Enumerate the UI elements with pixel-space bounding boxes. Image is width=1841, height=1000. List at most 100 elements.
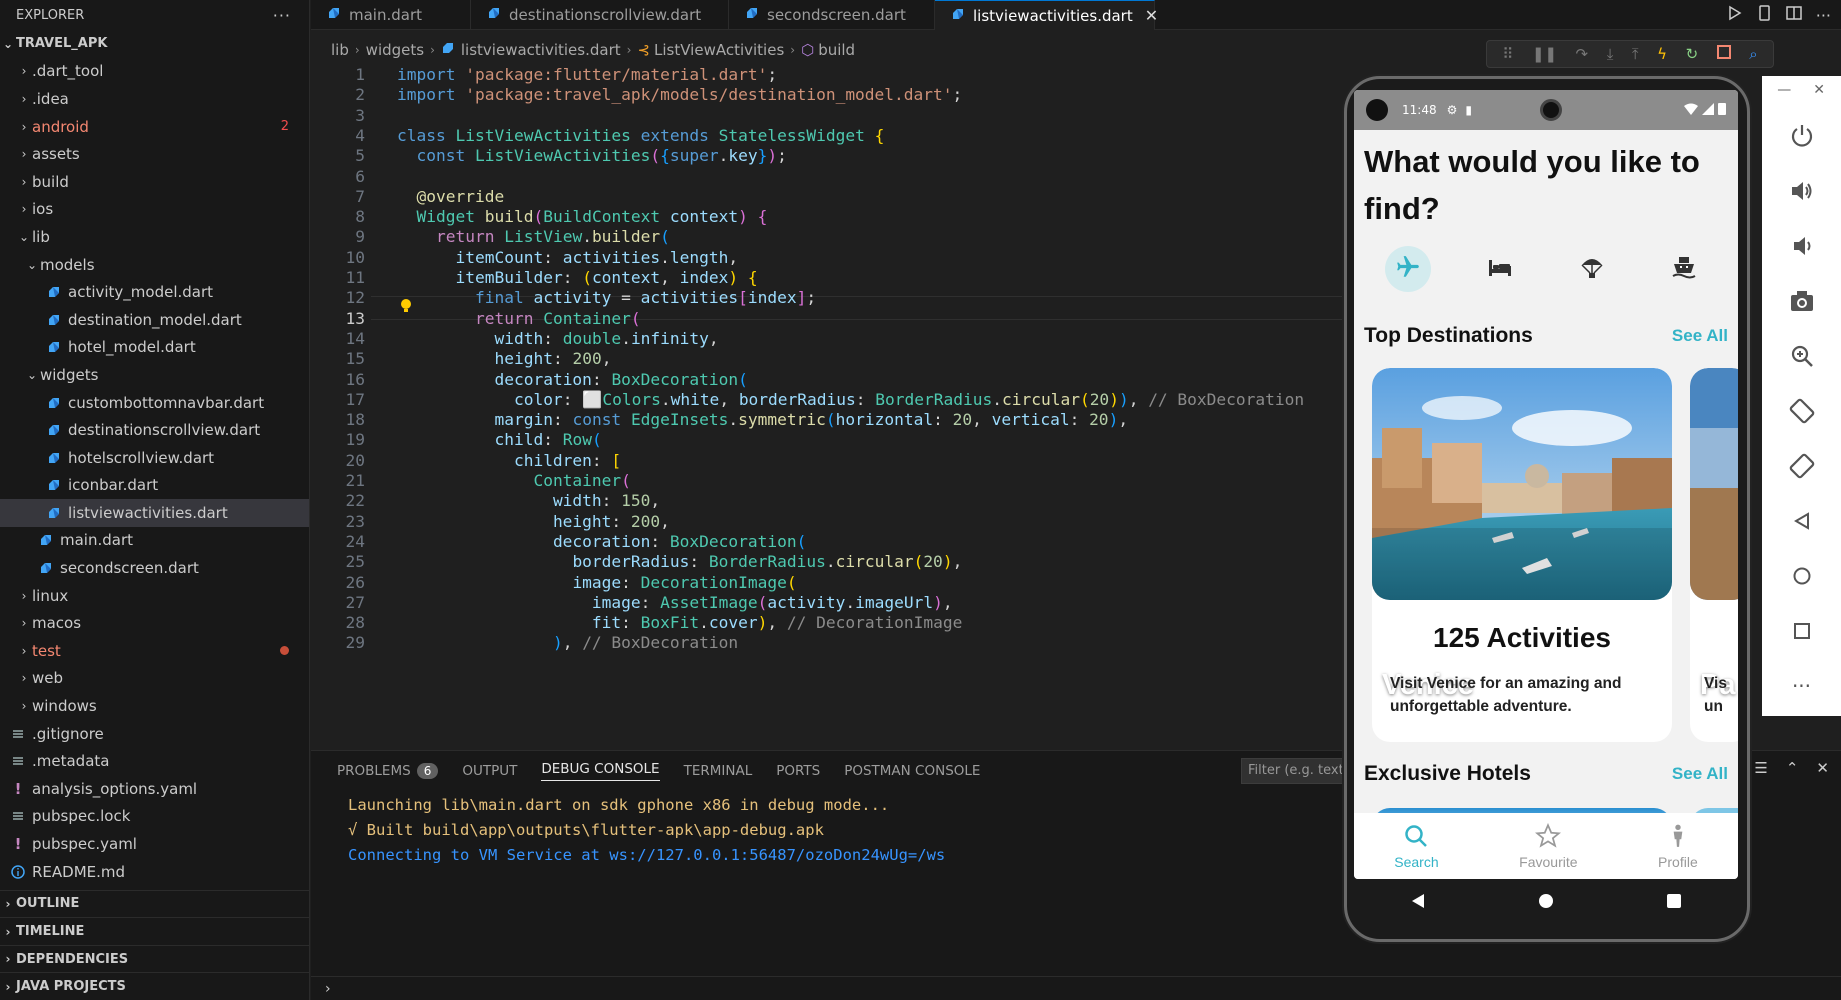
tree-item[interactable]: listviewactivities.dart [0, 499, 309, 527]
tree-item[interactable]: secondscreen.dart [0, 554, 309, 582]
destination-card-peek[interactable]: Pa Vis un [1690, 368, 1738, 742]
tree-item[interactable]: › macos [0, 609, 309, 637]
tree-item[interactable]: .gitignore [0, 720, 309, 748]
split-editor-icon[interactable] [1785, 5, 1802, 25]
tab-problems[interactable]: PROBLEMS 6 [337, 763, 439, 779]
destination-card[interactable]: Venice Italy 125 Activities Visit Venice… [1372, 368, 1672, 742]
recents-icon[interactable] [1666, 893, 1682, 913]
home-icon[interactable] [1762, 548, 1841, 603]
tree-item[interactable]: README.md [0, 858, 309, 886]
section-java-projects[interactable]: › JAVA PROJECTS [0, 972, 309, 1000]
breadcrumb-widgets[interactable]: widgets [366, 41, 424, 59]
tree-item[interactable]: › assets [0, 140, 309, 168]
tree-item[interactable]: › android 2 [0, 113, 309, 141]
maximize-panel-icon[interactable]: ⌃ [1786, 759, 1799, 777]
back-icon[interactable] [1410, 893, 1426, 913]
tree-item[interactable]: › .dart_tool [0, 58, 309, 86]
hot-reload-icon[interactable]: ϟ [1657, 45, 1667, 63]
tree-item[interactable]: ⌄ models [0, 251, 309, 279]
home-icon[interactable] [1538, 893, 1554, 913]
nav-favourite[interactable]: Favourite [1519, 822, 1578, 870]
tree-item[interactable]: › linux [0, 582, 309, 610]
tree-item[interactable]: › windows [0, 692, 309, 720]
breadcrumb-method[interactable]: build [818, 41, 855, 59]
back-icon[interactable] [1762, 493, 1841, 548]
tree-item[interactable]: destinationscrollview.dart [0, 416, 309, 444]
tab-postman-console[interactable]: POSTMAN CONSOLE [844, 763, 980, 779]
tree-item[interactable]: › web [0, 665, 309, 693]
close-icon[interactable]: ✕ [1813, 82, 1825, 108]
tree-item[interactable]: custombottomnavbar.dart [0, 389, 309, 417]
breadcrumb-class[interactable]: ListViewActivities [654, 41, 784, 59]
run-icon[interactable] [1726, 5, 1742, 25]
pause-icon[interactable]: ❚❚ [1532, 45, 1557, 63]
tree-item[interactable]: main.dart [0, 527, 309, 555]
phone-screen[interactable]: 11:48 ⚙ ▮ What would you like to find? T… [1354, 90, 1738, 879]
tree-item[interactable]: ! pubspec.yaml [0, 830, 309, 858]
tab-ports[interactable]: PORTS [776, 763, 820, 779]
tab-debug-console[interactable]: DEBUG CONSOLE [541, 761, 660, 781]
section-dependencies[interactable]: › DEPENDENCIES [0, 944, 309, 973]
filter-input[interactable]: Filter (e.g. text, [1241, 758, 1359, 784]
rotate-left-icon[interactable] [1762, 383, 1841, 438]
volume-down-icon[interactable] [1762, 218, 1841, 273]
see-all-link[interactable]: See All [1672, 764, 1728, 784]
tab-secondscreen[interactable]: secondscreen.dart [729, 0, 935, 30]
clear-console-icon[interactable]: ☰ [1754, 759, 1767, 777]
section-outline[interactable]: › OUTLINE [0, 889, 309, 918]
camera-icon[interactable] [1762, 273, 1841, 328]
more-actions-icon[interactable]: ··· [273, 6, 291, 25]
tree-item[interactable]: ⌄ widgets [0, 361, 309, 389]
flights-category[interactable] [1385, 246, 1431, 292]
activities-category[interactable] [1569, 246, 1615, 292]
tab-main-dart[interactable]: main.dart [311, 0, 471, 30]
step-into-icon[interactable]: ⤓ [1607, 45, 1614, 63]
tree-item[interactable]: hotel_model.dart [0, 334, 309, 362]
project-root[interactable]: ⌄ TRAVEL_APK [0, 30, 309, 58]
power-icon[interactable] [1762, 108, 1841, 163]
tab-listviewactivities[interactable]: listviewactivities.dart ✕ [935, 0, 1158, 30]
tree-item[interactable]: activity_model.dart [0, 278, 309, 306]
tab-terminal[interactable]: TERMINAL [684, 763, 753, 779]
console-input-bar[interactable]: › [311, 976, 1841, 1000]
tree-item[interactable]: iconbar.dart [0, 472, 309, 500]
minimize-icon[interactable]: — [1777, 82, 1791, 108]
overview-icon[interactable] [1762, 603, 1841, 658]
tree-item[interactable]: › .idea [0, 85, 309, 113]
rotate-right-icon[interactable] [1762, 438, 1841, 493]
volume-up-icon[interactable] [1762, 163, 1841, 218]
tree-item[interactable]: ! analysis_options.yaml [0, 775, 309, 803]
destinations-carousel[interactable]: Venice Italy 125 Activities Visit Venice… [1354, 368, 1738, 748]
devtools-icon[interactable]: ⌕ [1749, 45, 1757, 63]
more-icon[interactable]: ··· [1762, 658, 1841, 713]
device-icon[interactable] [1756, 5, 1772, 25]
code-editor[interactable]: 1 2 3 4 5 6 7 8 9 10 11 12 13 14 15 16 17 18 19 20 21 22 23 24 2… [311, 63, 1371, 750]
breadcrumb-file[interactable]: listviewactivities.dart [461, 41, 621, 59]
step-over-icon[interactable]: ↷ [1576, 45, 1589, 63]
restart-icon[interactable]: ↻ [1686, 45, 1699, 63]
tab-output[interactable]: OUTPUT [462, 763, 517, 779]
hotels-category[interactable] [1477, 246, 1523, 292]
more-icon[interactable]: ··· [1816, 6, 1831, 25]
tree-item[interactable]: › test [0, 637, 309, 665]
see-all-link[interactable]: See All [1672, 326, 1728, 346]
zoom-icon[interactable] [1762, 328, 1841, 383]
step-out-icon[interactable]: ⤒ [1632, 45, 1639, 63]
nav-profile[interactable]: Profile [1658, 823, 1698, 870]
close-panel-icon[interactable]: ✕ [1816, 759, 1829, 777]
tree-item[interactable]: ⌄ lib [0, 223, 309, 251]
stop-icon[interactable] [1716, 45, 1731, 63]
tree-item[interactable]: hotelscrollview.dart [0, 444, 309, 472]
breadcrumb-lib[interactable]: lib [331, 41, 349, 59]
tree-item[interactable]: › build [0, 168, 309, 196]
nav-search[interactable]: Search [1394, 823, 1439, 870]
cruises-category[interactable] [1661, 246, 1707, 292]
drag-handle-icon[interactable]: ⠿ [1502, 45, 1513, 63]
section-timeline[interactable]: › TIMELINE [0, 917, 309, 945]
close-tab-icon[interactable]: ✕ [1145, 6, 1158, 25]
tree-item[interactable]: › ios [0, 196, 309, 224]
tree-item[interactable]: destination_model.dart [0, 306, 309, 334]
tree-item[interactable]: .metadata [0, 747, 309, 775]
tab-destinationscrollview[interactable]: destinationscrollview.dart [471, 0, 729, 30]
tree-item[interactable]: pubspec.lock [0, 803, 309, 831]
